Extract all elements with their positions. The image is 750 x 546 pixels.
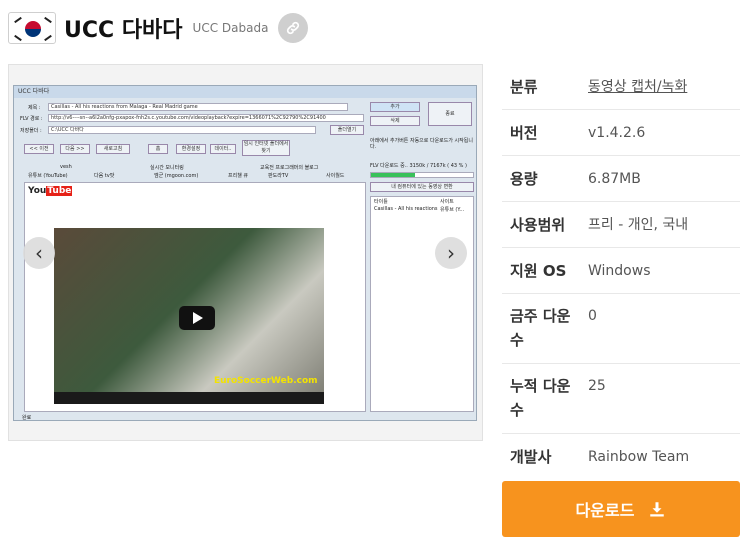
tab-top-1: vesh (60, 164, 72, 170)
info-label: 분류 (510, 77, 538, 96)
nav-settings-button: 환경설정 (176, 144, 206, 154)
tab-top-3: 교육전 프로그래머의 블로그 (260, 165, 319, 171)
nav-prev-button: << 이전 (24, 144, 54, 154)
info-value: 0 (588, 308, 597, 324)
progress-bar-fill (371, 173, 415, 177)
app-screenshot: UCC 다바다 제목 : Casillas - All his reaction… (13, 85, 477, 421)
tab-daum: 다음 tv팟 (94, 173, 115, 179)
flv-label: FLV 경로 : (20, 116, 43, 122)
youtube-logo: YouTube (28, 186, 73, 198)
window-title: UCC 다바다 (14, 86, 476, 98)
download-button[interactable]: 다운로드 (502, 481, 740, 537)
category-link[interactable]: 동영상 캡처/녹화 (588, 75, 740, 99)
tab-freechal: 프리챌 큐 (228, 173, 248, 179)
info-row-os: 지원 OS Windows (502, 248, 740, 294)
list-row-title: Casillas - All his reactions... (374, 206, 438, 212)
video-watermark: EuroSoccerWeb.com (214, 376, 318, 386)
info-row-category: 분류 동영상 캡처/녹화 (502, 64, 740, 110)
info-value: 6.87MB (588, 170, 641, 187)
info-label: 개발사 (510, 448, 552, 466)
delete-button: 삭제 (370, 116, 420, 126)
info-value: 25 (588, 378, 606, 394)
info-row-license: 사용범위 프리 - 개인, 국내 (502, 202, 740, 248)
download-label: 다운로드 (575, 501, 635, 520)
copy-link-button[interactable] (278, 13, 309, 43)
info-row-weekly-downloads: 금주 다운수 0 (502, 294, 740, 364)
nav-temp-folder-button: 임시 인터넷 폴더에서 찾기 (242, 140, 290, 156)
video-title: Casillas - All his reactions from Malaga… (58, 216, 205, 222)
nav-next-button: 다음 >> (60, 144, 90, 154)
screenshot-gallery: UCC 다바다 제목 : Casillas - All his reaction… (8, 64, 483, 441)
info-row-size: 용량 6.87MB (502, 156, 740, 202)
app-header: UCC 다바다 UCC Dabada (8, 10, 309, 46)
chevron-left-icon: ‹ (35, 241, 43, 265)
convert-button: 내 컴퓨터에 있는 동영상 변환 (370, 182, 474, 192)
save-folder-field: C:\UCC 다바다 (48, 126, 316, 134)
nav-refresh-button: 새로고침 (96, 144, 130, 154)
software-info-table: 분류 동영상 캡처/녹화 버전 v1.4.2.6 용량 6.87MB 사용범위 … (502, 64, 740, 480)
page-title: UCC 다바다 (64, 18, 183, 43)
info-label: 금주 다운수 (510, 307, 571, 349)
info-row-version: 버전 v1.4.2.6 (502, 110, 740, 156)
tab-pandora: 판도라TV (268, 173, 289, 179)
tab-mgoon: 엠군 (mgoon.com) (154, 173, 199, 179)
info-label: 누적 다운수 (510, 377, 571, 419)
title-field: Casillas - All his reactions from Malaga… (48, 103, 348, 111)
tab-top-2: 실시간 모니터링 (150, 165, 184, 171)
nav-home-button: 홈 (148, 144, 168, 154)
info-label: 지원 OS (510, 261, 567, 280)
info-label: 용량 (510, 169, 538, 188)
nav-data-button: 데이터.. (210, 144, 236, 154)
hint-text: 아래에서 추가버튼 자동으로 다운로드가 시작됩니다. (370, 138, 473, 150)
video-player: EuroSoccerWeb.com (54, 228, 324, 404)
info-value: 프리 - 개인, 국내 (588, 216, 689, 233)
info-value: Windows (588, 262, 651, 279)
info-value: Rainbow Team (588, 449, 690, 465)
info-value: v1.4.2.6 (588, 124, 646, 141)
gallery-next-button[interactable]: › (435, 237, 467, 269)
add-button: 추가 (370, 102, 420, 112)
save-folder-label: 저장폴더 : (20, 128, 42, 134)
info-row-total-downloads: 누적 다운수 25 (502, 364, 740, 434)
window-status-bar: 완료 (22, 415, 32, 421)
download-status: FLV 다운로드 중.. 3150k / 7167k ( 43 % ) (370, 163, 467, 169)
download-list (370, 196, 474, 412)
info-row-developer: 개발사 Rainbow Team (502, 434, 740, 480)
flv-field: http://v6----sn--a6l2a0nfg-pxapox-fnh2s.… (48, 114, 364, 122)
list-col-site: 사이트 (440, 199, 454, 205)
info-label: 사용범위 (510, 215, 566, 234)
korea-flag-icon (8, 12, 56, 44)
play-icon (179, 306, 215, 330)
list-row-site: 유튜브 (Y... (440, 207, 465, 213)
page-subtitle: UCC Dabada (192, 21, 269, 35)
tab-cyworld: 사이월드 (326, 173, 345, 179)
title-label: 제목 : (28, 105, 41, 111)
progress-bar (370, 172, 474, 178)
open-folder-button: 폴더열기 (330, 125, 364, 135)
info-label: 버전 (510, 123, 538, 142)
list-col-title: 타이틀 (374, 199, 388, 205)
close-button: 종료 (428, 102, 472, 126)
chevron-right-icon: › (447, 241, 455, 265)
download-icon (648, 500, 666, 518)
gallery-prev-button[interactable]: ‹ (23, 237, 55, 269)
link-icon (287, 21, 300, 35)
tab-youtube: 유튜브 (YouTube) (28, 173, 68, 179)
